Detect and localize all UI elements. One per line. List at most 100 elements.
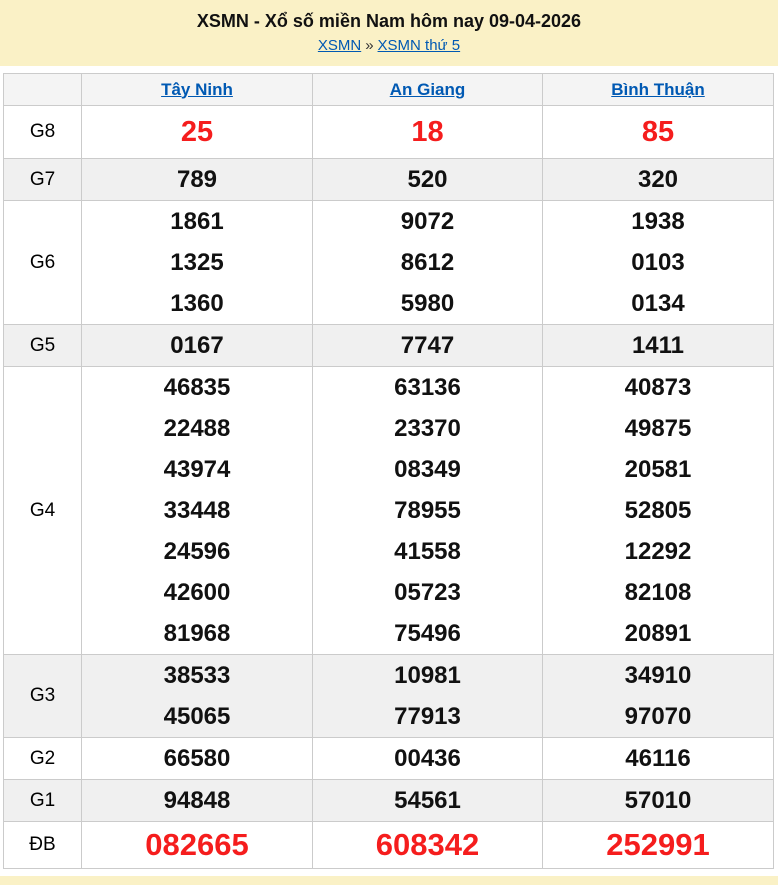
prize-number: 43974 (82, 449, 312, 490)
prize-number: 97070 (543, 696, 773, 737)
prize-number: 18 (313, 106, 542, 158)
prize-numbers-cell: 54561 (313, 780, 543, 822)
prize-numbers-cell: 186113251360 (82, 201, 313, 325)
prize-numbers-cell: 66580 (82, 738, 313, 780)
prize-numbers-cell: 40873498752058152805122928210820891 (543, 367, 774, 655)
prize-numbers-cell: 608342 (313, 822, 543, 869)
prize-number: 608342 (313, 822, 542, 868)
prize-number: 40873 (543, 367, 773, 408)
prize-number: 57010 (543, 780, 773, 821)
prize-number: 75496 (313, 613, 542, 654)
prize-number: 0167 (82, 325, 312, 366)
page-title: XSMN - Xổ số miền Nam hôm nay 09-04-2026 (0, 9, 778, 33)
prize-numbers-cell: 63136233700834978955415580572375496 (313, 367, 543, 655)
prize-number: 24596 (82, 531, 312, 572)
prize-row-g5: G5016777471411 (4, 325, 774, 367)
prize-number: 49875 (543, 408, 773, 449)
prize-number: 42600 (82, 572, 312, 613)
prize-number: 78955 (313, 490, 542, 531)
prize-number: 9072 (313, 201, 542, 242)
prize-number: 20581 (543, 449, 773, 490)
corner-cell (4, 74, 82, 106)
prize-number: 05723 (313, 572, 542, 613)
prize-number: 12292 (543, 531, 773, 572)
prize-label: G1 (4, 780, 82, 822)
prize-number: 00436 (313, 738, 542, 779)
prize-number: 34910 (543, 655, 773, 696)
prize-number: 63136 (313, 367, 542, 408)
prize-numbers-cell: 252991 (543, 822, 774, 869)
prize-numbers-cell: 520 (313, 159, 543, 201)
prize-numbers-cell: 1098177913 (313, 655, 543, 738)
prize-number: 82108 (543, 572, 773, 613)
prize-label: G2 (4, 738, 82, 780)
prize-number: 85 (543, 106, 773, 158)
prize-number: 0134 (543, 283, 773, 324)
prize-numbers-cell: 789 (82, 159, 313, 201)
prize-numbers-cell: 907286125980 (313, 201, 543, 325)
prize-number: 54561 (313, 780, 542, 821)
prize-number: 52805 (543, 490, 773, 531)
prize-number: 38533 (82, 655, 312, 696)
prize-numbers-cell: 85 (543, 106, 774, 159)
prize-number: 1411 (543, 325, 773, 366)
prize-number: 25 (82, 106, 312, 158)
prize-number: 1861 (82, 201, 312, 242)
prize-number: 8612 (313, 242, 542, 283)
prize-numbers-cell: 3853345065 (82, 655, 313, 738)
prize-row-g4: G446835224884397433448245964260081968631… (4, 367, 774, 655)
prize-numbers-cell: 46116 (543, 738, 774, 780)
prize-number: 1360 (82, 283, 312, 324)
prize-number: 7747 (313, 325, 542, 366)
prize-number: 23370 (313, 408, 542, 449)
prize-number: 10981 (313, 655, 542, 696)
prize-row-đb: ĐB082665608342252991 (4, 822, 774, 869)
prize-number: 082665 (82, 822, 312, 868)
prize-number: 320 (543, 159, 773, 200)
prize-number: 33448 (82, 490, 312, 531)
prize-label: G4 (4, 367, 82, 655)
prize-number: 08349 (313, 449, 542, 490)
prize-number: 789 (82, 159, 312, 200)
prize-row-g2: G2665800043646116 (4, 738, 774, 780)
prize-row-g1: G1948485456157010 (4, 780, 774, 822)
prize-number: 20891 (543, 613, 773, 654)
prize-number: 41558 (313, 531, 542, 572)
prize-row-g3: G3385334506510981779133491097070 (4, 655, 774, 738)
prize-numbers-cell: 320 (543, 159, 774, 201)
prize-number: 94848 (82, 780, 312, 821)
prize-label: G5 (4, 325, 82, 367)
prize-numbers-cell: 7747 (313, 325, 543, 367)
prize-label: G6 (4, 201, 82, 325)
breadcrumb-link-xsmn-thu5[interactable]: XSMN thứ 5 (378, 37, 461, 54)
prize-number: 66580 (82, 738, 312, 779)
prize-label: G7 (4, 159, 82, 201)
column-header-link-tay-ninh[interactable]: Tây Ninh (161, 80, 233, 99)
prize-label: ĐB (4, 822, 82, 869)
column-header-cell: An Giang (313, 74, 543, 106)
bottom-banner-edge (0, 876, 778, 885)
prize-numbers-cell: 00436 (313, 738, 543, 780)
prize-numbers-cell: 3491097070 (543, 655, 774, 738)
prize-numbers-cell: 25 (82, 106, 313, 159)
prize-row-g8: G8251885 (4, 106, 774, 159)
prize-number: 77913 (313, 696, 542, 737)
column-header-link-binh-thuan[interactable]: Bình Thuận (611, 80, 704, 99)
prize-numbers-cell: 1411 (543, 325, 774, 367)
prize-numbers-cell: 46835224884397433448245964260081968 (82, 367, 313, 655)
prize-numbers-cell: 94848 (82, 780, 313, 822)
lottery-results-table: Tây Ninh An Giang Bình Thuận G8251885G77… (3, 73, 774, 869)
prize-label: G8 (4, 106, 82, 159)
breadcrumb-link-xsmn[interactable]: XSMN (318, 37, 361, 54)
prize-row-g7: G7789520320 (4, 159, 774, 201)
prize-number: 45065 (82, 696, 312, 737)
column-header-link-an-giang[interactable]: An Giang (390, 80, 466, 99)
prize-number: 46835 (82, 367, 312, 408)
column-header-cell: Bình Thuận (543, 74, 774, 106)
prize-row-g6: G6186113251360907286125980193801030134 (4, 201, 774, 325)
prize-numbers-cell: 0167 (82, 325, 313, 367)
breadcrumb-separator: » (365, 37, 373, 54)
prize-number: 46116 (543, 738, 773, 779)
prize-number: 520 (313, 159, 542, 200)
prize-numbers-cell: 18 (313, 106, 543, 159)
